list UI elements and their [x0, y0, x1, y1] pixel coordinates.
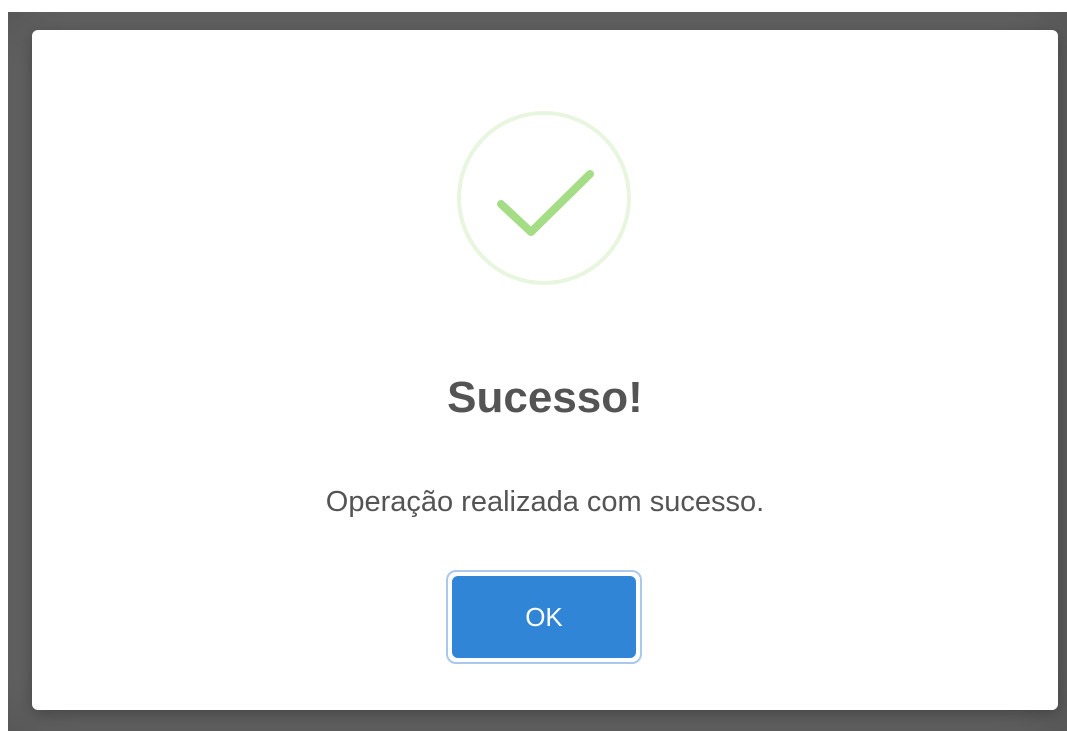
dialog-title: Sucesso!	[447, 373, 643, 422]
dialog-message: Operação realizada com sucesso.	[325, 486, 765, 518]
ok-button[interactable]: OK	[452, 576, 636, 658]
success-dialog: Sucesso! Operação realizada com sucesso.…	[32, 30, 1058, 710]
success-check-icon	[456, 110, 632, 286]
screen: Sucesso! Operação realizada com sucesso.…	[0, 0, 1067, 731]
